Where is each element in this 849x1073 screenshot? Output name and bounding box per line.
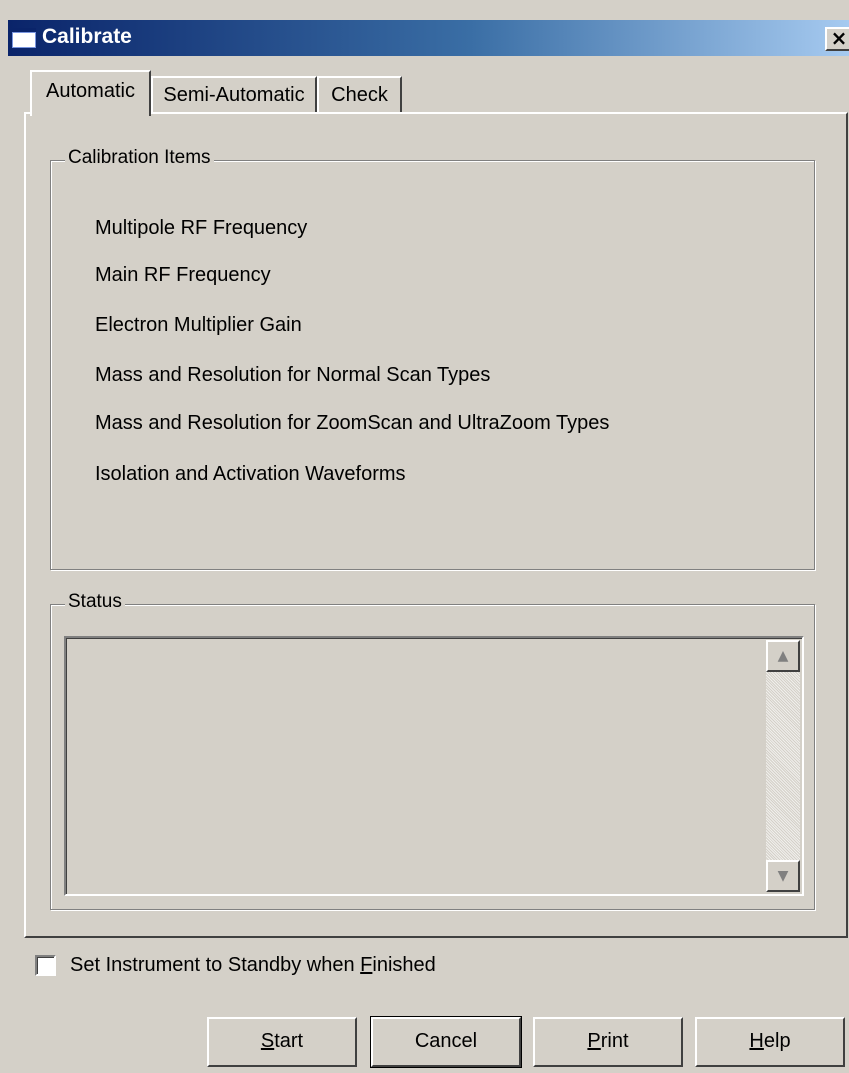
standby-label-text: Set Instrument to Standby when (70, 954, 361, 976)
print-button[interactable]: Print (533, 1017, 683, 1067)
scroll-down-button[interactable]: ▼ (766, 860, 800, 892)
cancel-button[interactable]: Cancel (371, 1017, 521, 1067)
calibration-items-label: Calibration Items (65, 147, 214, 169)
standby-label-mnemonic: F (360, 954, 373, 976)
tab-automatic[interactable]: Automatic (30, 70, 151, 116)
status-scrollbar[interactable]: ▲ ▼ (766, 640, 800, 892)
status-textarea[interactable]: ▲ ▼ (64, 636, 804, 896)
standby-checkbox-label[interactable]: Set Instrument to Standby when Finished (70, 954, 436, 977)
standby-label-text-end: inished (372, 954, 436, 976)
tab-semi-automatic[interactable]: Semi-Automatic (151, 76, 317, 114)
help-button[interactable]: Help (695, 1017, 845, 1067)
calibration-item: Mass and Resolution for Normal Scan Type… (95, 364, 491, 386)
start-label: tart (274, 1030, 304, 1052)
standby-checkbox[interactable] (35, 955, 56, 976)
help-mnemonic: H (749, 1030, 764, 1052)
scroll-up-button[interactable]: ▲ (766, 640, 800, 672)
calibration-item: Main RF Frequency (95, 264, 271, 286)
help-label: elp (763, 1030, 791, 1052)
close-button[interactable]: × (825, 27, 849, 51)
print-label: rint (600, 1030, 629, 1052)
start-mnemonic: S (260, 1030, 275, 1052)
calibration-item: Multipole RF Frequency (95, 217, 308, 239)
print-mnemonic: P (587, 1030, 601, 1052)
title-bar[interactable]: Calibrate × (8, 20, 849, 56)
calibration-item: Electron Multiplier Gain (95, 314, 302, 336)
calibration-item: Isolation and Activation Waveforms (95, 463, 406, 485)
tab-check[interactable]: Check (317, 76, 402, 114)
start-button[interactable]: Start (207, 1017, 357, 1067)
status-label: Status (65, 591, 125, 613)
calibration-item: Mass and Resolution for ZoomScan and Ult… (95, 412, 610, 434)
window-icon (12, 28, 36, 48)
scroll-up-icon: ▲ (777, 648, 789, 664)
scroll-down-icon: ▼ (777, 868, 789, 884)
calibrate-dialog: Calibrate × Automatic Semi-Automatic Che… (0, 0, 849, 1073)
window-title: Calibrate (42, 25, 132, 48)
